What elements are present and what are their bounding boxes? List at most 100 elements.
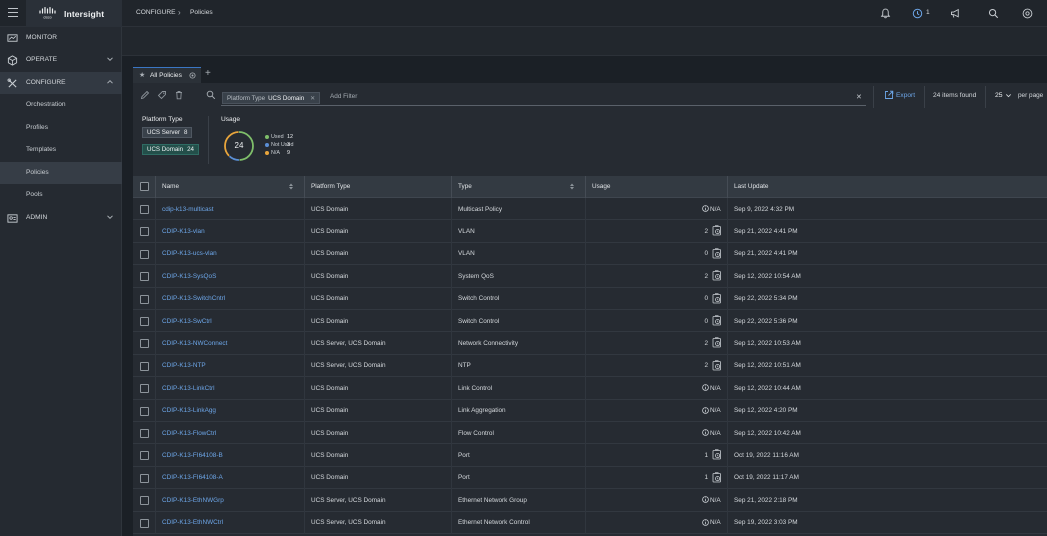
row-checkbox[interactable]	[140, 518, 149, 528]
table-row[interactable]: CDIP-K13-SysQoS UCS Domain System QoS 2 Sep …	[133, 265, 1047, 288]
facet-ucs-domain[interactable]: UCS Domain 24	[142, 144, 199, 155]
policy-name-link[interactable]: CDIP-K13-LinkCtrl	[162, 385, 215, 392]
sidebar-subitem-profiles[interactable]: Profiles	[0, 117, 122, 139]
column-header-last-update[interactable]: Last Update	[734, 183, 768, 190]
usage-details-icon[interactable]	[712, 449, 722, 460]
star-icon[interactable]: ★	[139, 71, 145, 79]
select-all-checkbox[interactable]	[140, 182, 149, 191]
brand[interactable]: cisco Intersight	[26, 0, 122, 27]
export-icon[interactable]	[884, 90, 894, 100]
table-row[interactable]: CDIP-K13-ucs-vlan UCS Domain VLAN 0 Sep 21, …	[133, 242, 1047, 266]
add-tab-button[interactable]: +	[205, 68, 211, 79]
row-checkbox[interactable]	[140, 249, 149, 259]
export-button[interactable]: Export	[896, 92, 915, 99]
sidebar-subitem-pools[interactable]: Pools	[0, 184, 122, 206]
row-checkbox[interactable]	[140, 473, 149, 483]
policy-name-link[interactable]: CDIP-K13-vlan	[162, 228, 205, 235]
per-page-select[interactable]: 25	[995, 92, 1003, 99]
policy-name-link[interactable]: CDIP-K13-LinkAgg	[162, 407, 216, 414]
sort-icon[interactable]	[288, 183, 294, 190]
table-row[interactable]: CDIP-K13-FI64108-A UCS Domain Port 1 Oct 19,…	[133, 466, 1047, 490]
search-icon[interactable]	[988, 8, 999, 19]
gear-icon[interactable]	[189, 71, 196, 79]
menu-icon[interactable]	[8, 8, 18, 18]
table-row[interactable]: CDIP-K13-SwCtrl UCS Domain Switch Control 0…	[133, 310, 1047, 333]
policy-name-link[interactable]: CDIP-K13-EthNWCtrl	[162, 519, 223, 526]
edit-icon[interactable]	[140, 90, 150, 100]
tab-all-policies[interactable]: ★ All Policies	[133, 67, 201, 83]
usage-details-icon[interactable]	[712, 270, 722, 281]
table-row[interactable]: cdip-k13-multicast UCS Domain Multicast Po…	[133, 198, 1047, 221]
row-checkbox[interactable]	[140, 406, 149, 416]
usage-details-icon[interactable]	[712, 248, 722, 259]
policy-name-link[interactable]: CDIP-K13-SwCtrl	[162, 318, 212, 325]
filter-chip[interactable]: Platform Type UCS Domain ✕	[222, 92, 321, 104]
row-checkbox[interactable]	[140, 496, 149, 506]
facet-ucs-server[interactable]: UCS Server 8	[142, 127, 193, 138]
breadcrumb-section[interactable]: CONFIGURE	[136, 9, 176, 16]
policy-name-link[interactable]: CDIP-K13-FI64108-A	[162, 474, 223, 481]
requests-icon[interactable]	[912, 8, 923, 19]
add-filter-placeholder[interactable]: Add Filter	[330, 93, 357, 100]
policy-name-link[interactable]: cdip-k13-multicast	[162, 206, 214, 213]
table-row[interactable]: CDIP-K13-NTP UCS Server, UCS Domain NTP 2 Se…	[133, 354, 1047, 378]
row-checkbox[interactable]	[140, 272, 149, 282]
row-checkbox[interactable]	[140, 361, 149, 371]
close-icon[interactable]: ✕	[310, 95, 315, 102]
usage-details-icon[interactable]	[712, 472, 722, 483]
table-row[interactable]: CDIP-K13-NWConnect UCS Server, UCS Domain…	[133, 332, 1047, 355]
tag-icon[interactable]	[157, 90, 167, 100]
table-row[interactable]: CDIP-K13-FI64108-B UCS Domain Port 1 Oct 19,…	[133, 444, 1047, 467]
row-checkbox[interactable]	[140, 294, 149, 304]
policy-name-link[interactable]: CDIP-K13-NWConnect	[162, 340, 227, 347]
sidebar-subitem-orchestration[interactable]: Orchestration	[0, 94, 122, 116]
usage-legend-not-used[interactable]: Not Used 3	[265, 141, 293, 148]
policy-name-link[interactable]: CDIP-K13-FI64108-B	[162, 452, 223, 459]
delete-icon[interactable]	[174, 90, 184, 100]
policy-name-link[interactable]: CDIP-K13-FlowCtrl	[162, 430, 216, 437]
sidebar-item-admin[interactable]: ADMIN	[0, 207, 122, 229]
usage-details-icon[interactable]	[712, 225, 722, 236]
table-row[interactable]: CDIP-K13-FlowCtrl UCS Domain Flow Control N…	[133, 422, 1047, 445]
announcement-icon[interactable]	[950, 8, 961, 19]
column-header-platform-type[interactable]: Platform Type	[311, 183, 350, 190]
help-icon[interactable]	[1022, 8, 1033, 19]
sidebar-item-configure[interactable]: CONFIGURE	[0, 72, 122, 94]
requests-count[interactable]: 1	[926, 9, 930, 16]
row-checkbox[interactable]	[140, 317, 149, 326]
row-checkbox[interactable]	[140, 339, 149, 349]
column-header-usage[interactable]: Usage	[592, 183, 610, 190]
table-row[interactable]: CDIP-K13-vlan UCS Domain VLAN 2 Sep 21, 2022…	[133, 220, 1047, 243]
table-row[interactable]: CDIP-K13-EthNWGrp UCS Server, UCS Domain E…	[133, 489, 1047, 512]
policy-name-link[interactable]: CDIP-K13-SysQoS	[162, 273, 216, 280]
sidebar-item-operate[interactable]: OPERATE	[0, 49, 122, 71]
policy-name-link[interactable]: CDIP-K13-EthNWGrp	[162, 497, 224, 504]
table-row[interactable]: CDIP-K13-SwitchCntrl UCS Domain Switch Con…	[133, 287, 1047, 310]
chevron-down-icon[interactable]	[1005, 92, 1012, 99]
sort-icon[interactable]	[569, 183, 575, 190]
table-row[interactable]: CDIP-K13-LinkAgg UCS Domain Link Aggregati…	[133, 399, 1047, 422]
column-header-name[interactable]: Name	[162, 183, 179, 190]
usage-details-icon[interactable]	[712, 292, 722, 304]
sidebar-item-monitor[interactable]: MONITOR	[0, 27, 122, 49]
bell-icon[interactable]	[880, 8, 891, 19]
usage-details-icon[interactable]	[712, 337, 722, 348]
row-checkbox[interactable]	[140, 227, 149, 237]
table-row[interactable]: CDIP-K13-LinkCtrl UCS Domain Link Control N…	[133, 377, 1047, 400]
policy-name-link[interactable]: CDIP-K13-NTP	[162, 362, 206, 369]
clear-filter-icon[interactable]: ✕	[856, 93, 862, 101]
policy-name-link[interactable]: CDIP-K13-ucs-vlan	[162, 250, 217, 257]
usage-details-icon[interactable]	[712, 360, 722, 371]
sidebar-subitem-policies[interactable]: Policies	[0, 162, 122, 184]
sidebar-subitem-templates[interactable]: Templates	[0, 139, 122, 161]
usage-details-icon[interactable]	[712, 315, 722, 326]
usage-legend-used[interactable]: Used 12	[265, 133, 293, 140]
policy-name-link[interactable]: CDIP-K13-SwitchCntrl	[162, 295, 225, 302]
column-header-type[interactable]: Type	[458, 183, 472, 190]
row-checkbox[interactable]	[140, 451, 149, 461]
row-checkbox[interactable]	[140, 205, 149, 214]
usage-legend-na[interactable]: N/A 9	[265, 149, 290, 156]
row-checkbox[interactable]	[140, 384, 149, 394]
table-row[interactable]: CDIP-K13-EthNWCtrl UCS Server, UCS Domain…	[133, 511, 1047, 534]
row-checkbox[interactable]	[140, 429, 149, 438]
